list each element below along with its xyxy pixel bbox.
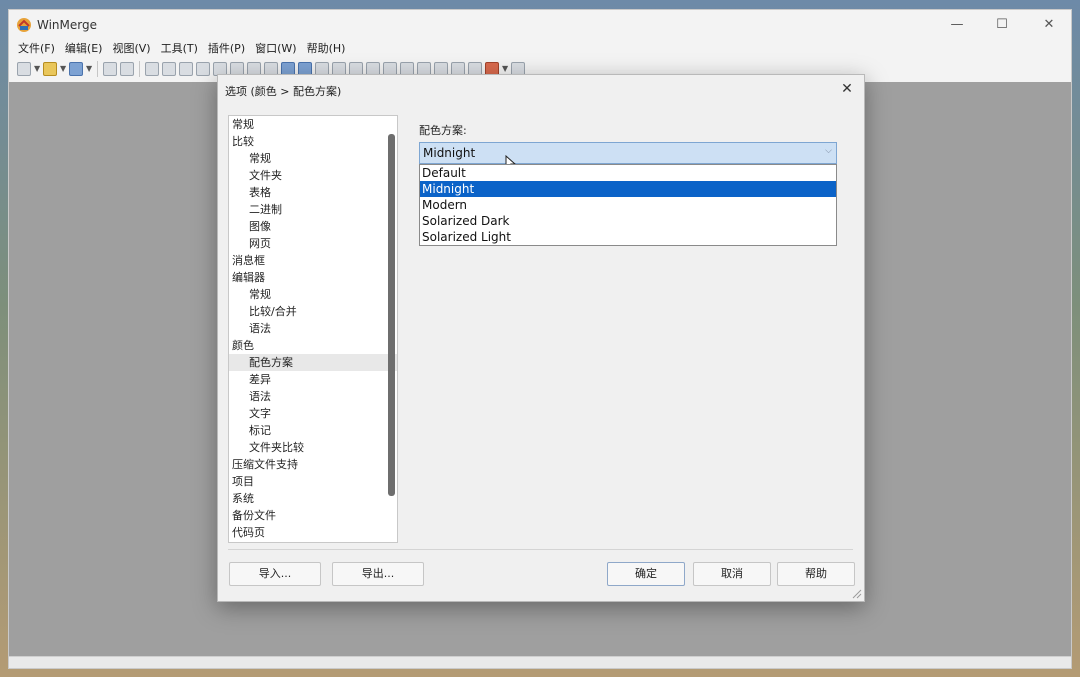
tree-item-compare-webpage[interactable]: 网页 — [229, 235, 397, 252]
prev-diff-icon[interactable] — [179, 62, 193, 76]
option-modern[interactable]: Modern — [420, 197, 836, 213]
color-scheme-value: Midnight — [423, 146, 476, 160]
dialog-separator — [228, 549, 853, 550]
chevron-down-icon[interactable]: ⌵ — [825, 146, 832, 156]
status-bar — [9, 656, 1071, 668]
tree-item-compare-binary[interactable]: 二进制 — [229, 201, 397, 218]
undo-icon[interactable] — [103, 62, 117, 76]
tree-item-colors[interactable]: 颜色 — [229, 337, 397, 354]
tree-item-general[interactable]: 常规 — [229, 116, 397, 133]
resize-grip-icon[interactable] — [850, 587, 862, 599]
open-folder-icon[interactable] — [43, 62, 57, 76]
ok-button[interactable]: 确定 — [607, 562, 685, 586]
tree-item-colors-differences[interactable]: 差异 — [229, 371, 397, 388]
menu-bar: 文件(F) 编辑(E) 视图(V) 工具(T) 插件(P) 窗口(W) 帮助(H… — [13, 40, 350, 58]
option-solarized-dark[interactable]: Solarized Dark — [420, 213, 836, 229]
import-button[interactable]: 导入... — [229, 562, 321, 586]
menu-view[interactable]: 视图(V) — [107, 40, 155, 58]
tree-item-colors-syntax[interactable]: 语法 — [229, 388, 397, 405]
menu-tools[interactable]: 工具(T) — [156, 40, 203, 58]
tree-item-colors-text[interactable]: 文字 — [229, 405, 397, 422]
tree-item-editor[interactable]: 编辑器 — [229, 269, 397, 286]
tree-scrollbar[interactable] — [388, 134, 395, 496]
color-scheme-dropdown: Default Midnight Modern Solarized Dark S… — [419, 164, 837, 246]
menu-edit[interactable]: 编辑(E) — [60, 40, 108, 58]
redo-icon[interactable] — [120, 62, 134, 76]
tree-item-compare-folder[interactable]: 文件夹 — [229, 167, 397, 184]
export-button[interactable]: 导出... — [332, 562, 424, 586]
options-dialog: 选项 (颜色 > 配色方案) ✕ 常规 比较 常规 文件夹 表格 二进制 图像 … — [217, 74, 865, 602]
tree-item-compare-image[interactable]: 图像 — [229, 218, 397, 235]
next-diff-icon[interactable] — [196, 62, 210, 76]
chevron-down-icon[interactable]: ▼ — [86, 62, 92, 76]
print-icon[interactable] — [145, 62, 159, 76]
tree-item-editor-compare-merge[interactable]: 比较/合并 — [229, 303, 397, 320]
close-icon[interactable]: ✕ — [836, 79, 858, 99]
toolbar-separator — [97, 61, 98, 77]
color-scheme-label: 配色方案: — [419, 124, 467, 137]
tree-item-editor-general[interactable]: 常规 — [229, 286, 397, 303]
menu-plugins[interactable]: 插件(P) — [203, 40, 250, 58]
option-default[interactable]: Default — [420, 165, 836, 181]
dialog-title: 选项 (颜色 > 配色方案) — [225, 85, 342, 98]
toolbar-separator — [139, 61, 140, 77]
tree-item-system[interactable]: 系统 — [229, 490, 397, 507]
save-icon[interactable] — [69, 62, 83, 76]
tree-item-message-boxes[interactable]: 消息框 — [229, 252, 397, 269]
cancel-button[interactable]: 取消 — [693, 562, 771, 586]
color-scheme-select[interactable]: Midnight ⌵ — [419, 142, 837, 164]
menu-file[interactable]: 文件(F) — [13, 40, 60, 58]
tree-item-color-schemes[interactable]: 配色方案 — [229, 354, 397, 371]
option-solarized-light[interactable]: Solarized Light — [420, 229, 836, 245]
first-diff-icon[interactable] — [162, 62, 176, 76]
title-bar: WinMerge — ☐ ✕ — [9, 10, 1071, 40]
tree-item-project[interactable]: 项目 — [229, 473, 397, 490]
menu-help[interactable]: 帮助(H) — [302, 40, 351, 58]
close-window-button[interactable]: ✕ — [1029, 14, 1069, 36]
options-tree: 常规 比较 常规 文件夹 表格 二进制 图像 网页 消息框 编辑器 常规 比较/… — [228, 115, 398, 543]
tree-item-compare[interactable]: 比较 — [229, 133, 397, 150]
minimize-button[interactable]: — — [937, 14, 977, 36]
winmerge-logo-icon — [17, 18, 31, 32]
tree-item-archive-support[interactable]: 压缩文件支持 — [229, 456, 397, 473]
tree-item-compare-general[interactable]: 常规 — [229, 150, 397, 167]
tree-item-compare-table[interactable]: 表格 — [229, 184, 397, 201]
chevron-down-icon[interactable]: ▼ — [60, 62, 66, 76]
tree-item-backup-files[interactable]: 备份文件 — [229, 507, 397, 524]
tree-item-colors-folder-compare[interactable]: 文件夹比较 — [229, 439, 397, 456]
maximize-button[interactable]: ☐ — [982, 14, 1022, 36]
option-midnight[interactable]: Midnight — [420, 181, 836, 197]
tree-item-codepage[interactable]: 代码页 — [229, 524, 397, 541]
app-title: WinMerge — [37, 18, 97, 32]
tree-item-colors-markers[interactable]: 标记 — [229, 422, 397, 439]
chevron-down-icon[interactable]: ▼ — [34, 62, 40, 76]
new-file-icon[interactable] — [17, 62, 31, 76]
tree-item-editor-syntax[interactable]: 语法 — [229, 320, 397, 337]
menu-window[interactable]: 窗口(W) — [250, 40, 301, 58]
help-button[interactable]: 帮助 — [777, 562, 855, 586]
